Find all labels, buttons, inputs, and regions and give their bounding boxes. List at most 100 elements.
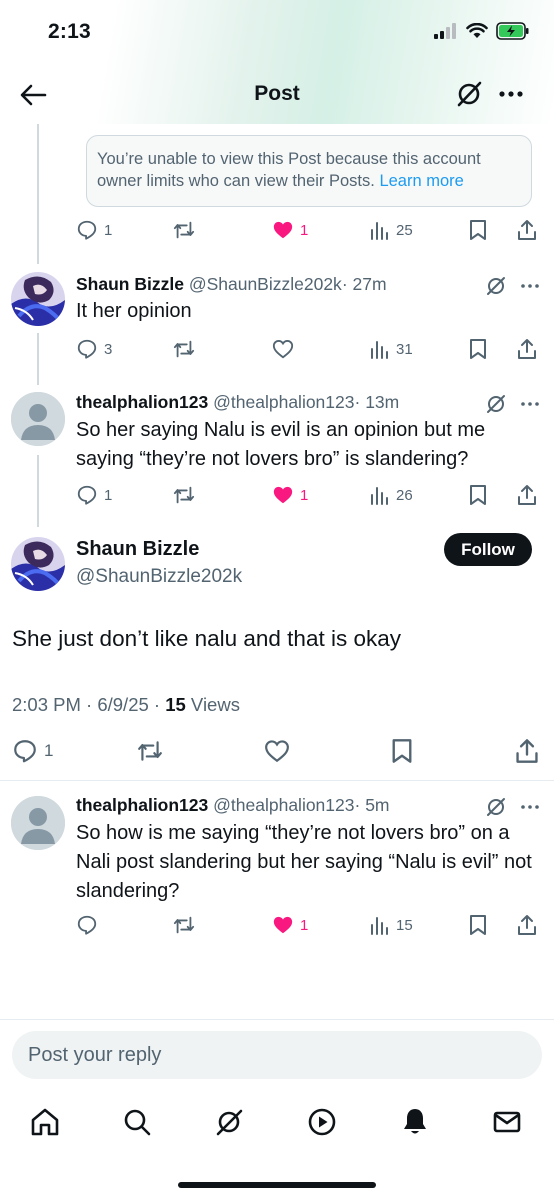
like-count: 1 <box>300 221 309 239</box>
more-options-button[interactable] <box>496 79 526 109</box>
grok-icon[interactable] <box>484 392 508 416</box>
repost-button[interactable] <box>172 334 196 364</box>
views-count: 15 <box>396 916 413 934</box>
like-count: 1 <box>300 486 309 504</box>
post-meta: 2:03 PM · 6/9/25 · 15 Views <box>12 694 240 716</box>
views-button[interactable]: 26 <box>370 480 413 510</box>
bookmark-button[interactable] <box>390 736 414 766</box>
views-button[interactable]: 31 <box>370 334 413 364</box>
learn-more-link[interactable]: Learn more <box>379 172 463 190</box>
repost-button[interactable] <box>136 736 164 766</box>
avatar[interactable] <box>11 796 65 850</box>
tab-messages[interactable] <box>490 1105 524 1139</box>
heart-filled-icon <box>273 916 293 934</box>
reply-text: So her saying Nalu is evil is an opinion… <box>76 419 486 470</box>
bookmark-icon <box>470 485 486 505</box>
avatar[interactable] <box>11 272 65 326</box>
video-icon <box>308 1108 336 1136</box>
avatar[interactable] <box>11 392 65 446</box>
wifi-icon <box>466 23 488 38</box>
reply-button[interactable] <box>76 910 98 940</box>
handle[interactable]: @thealphalion123 <box>213 392 354 412</box>
grok-icon[interactable] <box>484 795 508 819</box>
status-time: 2:13 <box>48 20 91 43</box>
tab-notifications[interactable] <box>398 1105 432 1139</box>
post-time: · 5m <box>354 795 390 815</box>
bookmark-icon <box>392 739 412 763</box>
tab-search[interactable] <box>120 1105 154 1139</box>
post-time: · 13m <box>354 392 400 412</box>
display-name[interactable]: Shaun Bizzle <box>76 538 199 561</box>
restricted-post-actions: 1 1 25 <box>0 215 554 245</box>
reply-icon <box>77 220 97 240</box>
more-dots-icon[interactable] <box>518 274 542 298</box>
repost-button[interactable] <box>172 215 196 245</box>
views-label: Views <box>185 694 240 715</box>
post-text: She just don’t like nalu and that is oka… <box>12 626 401 651</box>
reply-button[interactable]: 3 <box>76 334 112 364</box>
home-icon <box>31 1108 59 1136</box>
repost-icon <box>173 221 195 239</box>
share-button[interactable] <box>516 215 538 245</box>
search-icon <box>124 1109 151 1136</box>
bookmark-button[interactable] <box>468 910 488 940</box>
display-name[interactable]: thealphalion123 <box>76 392 208 412</box>
reply-count: 1 <box>104 221 113 239</box>
bookmark-button[interactable] <box>468 215 488 245</box>
like-button[interactable]: 1 <box>272 480 308 510</box>
like-button[interactable]: 1 <box>272 910 308 940</box>
post-header: Post <box>0 66 554 124</box>
bookmark-button[interactable] <box>468 334 488 364</box>
grok-icon[interactable] <box>484 274 508 298</box>
views-button[interactable]: 25 <box>370 215 413 245</box>
views-count: 26 <box>396 486 413 504</box>
like-button[interactable] <box>272 334 294 364</box>
like-button[interactable]: 1 <box>272 215 308 245</box>
avatar[interactable] <box>11 537 65 591</box>
share-icon <box>518 220 536 240</box>
reply-count: 1 <box>44 741 54 760</box>
tab-grok[interactable] <box>212 1105 246 1139</box>
share-button[interactable] <box>516 480 538 510</box>
home-indicator[interactable] <box>178 1182 376 1188</box>
like-count: 1 <box>300 916 309 934</box>
display-name[interactable]: thealphalion123 <box>76 795 208 815</box>
reply-button[interactable]: 1 <box>76 215 112 245</box>
reply-icon <box>77 339 97 359</box>
views-chart-icon <box>371 222 388 240</box>
like-button[interactable] <box>264 736 290 766</box>
reply-icon <box>14 740 36 763</box>
heart-filled-icon <box>273 486 293 504</box>
repost-button[interactable] <box>172 910 196 940</box>
share-button[interactable] <box>516 334 538 364</box>
views-count: 31 <box>396 340 413 358</box>
more-dots-icon[interactable] <box>518 795 542 819</box>
battery-charging-icon <box>496 22 529 40</box>
views-button[interactable]: 15 <box>370 910 413 940</box>
tab-video[interactable] <box>305 1105 339 1139</box>
share-button[interactable] <box>516 910 538 940</box>
share-icon <box>518 485 536 505</box>
reply-author-line: Shaun Bizzle @ShaunBizzle202k· 27m <box>76 274 387 295</box>
reply-actions: 3 31 <box>0 334 554 364</box>
handle[interactable]: @thealphalion123 <box>213 795 354 815</box>
share-icon <box>518 339 536 359</box>
reply-button[interactable]: 1 <box>12 736 53 766</box>
bookmark-button[interactable] <box>468 480 488 510</box>
reply-count: 3 <box>104 340 113 358</box>
grok-button[interactable] <box>454 79 484 109</box>
reply-icon <box>77 915 97 935</box>
reply-input[interactable]: Post your reply <box>12 1031 542 1079</box>
default-avatar-icon <box>11 796 65 850</box>
repost-button[interactable] <box>172 480 196 510</box>
follow-button[interactable]: Follow <box>444 533 532 566</box>
reply-button[interactable]: 1 <box>76 480 112 510</box>
tab-home[interactable] <box>28 1105 62 1139</box>
handle[interactable]: @ShaunBizzle202k <box>189 274 342 294</box>
repost-icon <box>173 340 195 358</box>
heart-icon <box>265 740 289 763</box>
display-name[interactable]: Shaun Bizzle <box>76 274 184 294</box>
share-button[interactable] <box>514 736 540 766</box>
handle[interactable]: @ShaunBizzle202k <box>76 566 242 588</box>
more-dots-icon[interactable] <box>518 392 542 416</box>
